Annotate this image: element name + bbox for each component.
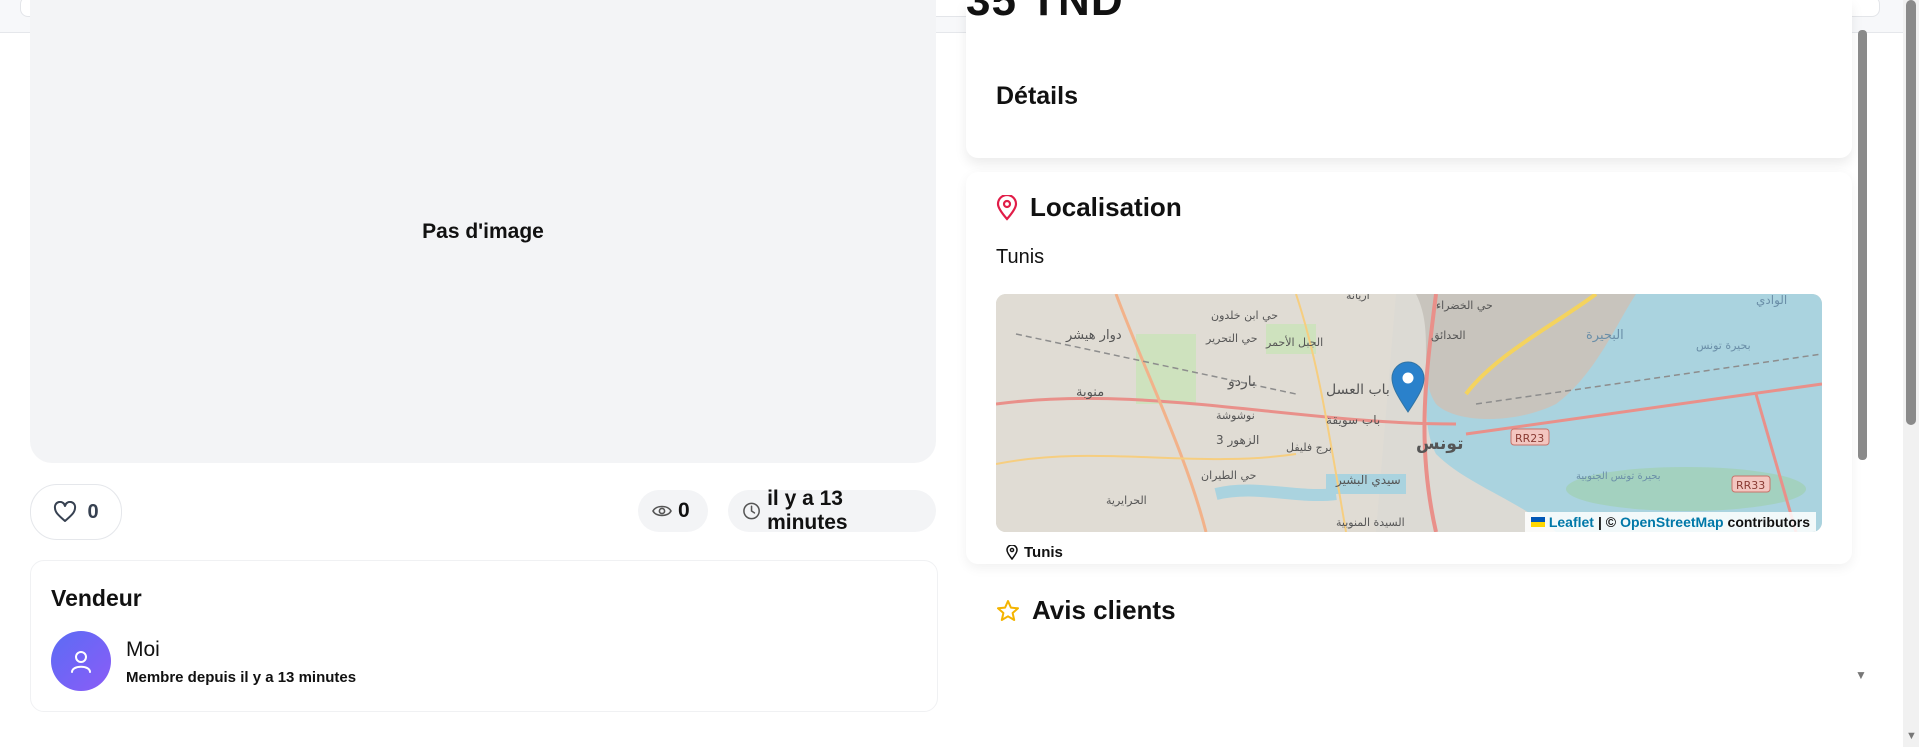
clock-icon [743,502,760,520]
location-title: Localisation [1030,192,1182,222]
attribution-contributors: contributors [1727,514,1810,530]
map-pin-small-icon [1006,545,1018,560]
map-label-rr23: RR23 [1515,432,1544,445]
map-label-lac-sud: بحيرة تونس الجنوبية [1576,471,1660,482]
openstreetmap-link[interactable]: OpenStreetMap [1620,514,1723,530]
map-label-bab-el-assel: باب العسل [1326,382,1390,398]
favorite-count: 0 [87,500,99,523]
map-label-saida: السيدة المنوبية [1336,516,1405,529]
map-tiles: RR23 RR33 تونس باب العسل باب سويقة باردو… [996,294,1822,532]
map-label-zahrouni: الزهور 3 [1216,433,1259,448]
seller-name[interactable]: Moi [126,638,160,662]
map-attribution: Leaflet | © OpenStreetMap contributors [1524,512,1816,532]
listing-price: 35 TND [966,0,1124,25]
map-label-douar-hicher: دوار هيشر [1065,328,1122,343]
seller-card: Vendeur Moi Membre depuis il y a 13 minu… [30,560,938,712]
map-label-borj: برج فليفل [1286,441,1332,454]
map-label-hrairia: الحرايرية [1106,494,1147,507]
panel-scroll-down-icon[interactable]: ▼ [1855,668,1867,682]
heart-icon [54,501,77,522]
star-icon [997,599,1019,621]
map-label-tunis: تونس [1416,434,1463,454]
map-label-sidi-bechir: سيدي البشير [1335,473,1401,488]
page-scrollbar[interactable]: ▼ [1903,0,1919,747]
map-label-ariana: أريانة [1346,294,1370,302]
map-label-nouchoucha: نوشوشة [1216,409,1255,422]
location-card: Localisation Tunis RR23 RR33 تونس باب ال… [966,172,1852,564]
posted-time-badge: il y a 13 minutes [728,487,936,534]
map-label-jebel-ahmar: الجبل الأحمر [1265,335,1323,349]
eye-icon [652,505,672,517]
posted-time: il y a 13 minutes [767,487,848,534]
views-count: 0 [678,499,690,522]
attribution-separator: | © [1597,514,1617,530]
map-label-tayaran: حي الطيران [1201,469,1256,482]
member-since: Membre depuis il y a 13 minutes [126,669,357,686]
leaflet-link[interactable]: Leaflet [1549,514,1594,530]
image-placeholder: Pas d'image [30,0,936,463]
panel-scrollbar-thumb[interactable] [1858,30,1867,460]
map-label-bab-souika: باب سويقة [1326,413,1380,428]
map-label-bouhaira: البحيرة [1586,328,1624,343]
map-label-manouba: منوبة [1076,385,1104,400]
location-heading: Localisation [996,192,1182,223]
location-city: Tunis [996,246,1045,268]
reviews-heading: Avis clients [996,595,1176,626]
page-scroll-down-icon[interactable]: ▼ [1906,730,1917,742]
map-label-bardo: باردو [1227,374,1256,390]
ukraine-flag-icon [1530,517,1545,527]
views-badge: 0 [638,490,708,532]
map-label-tahrir: حي التحرير [1205,332,1258,345]
map-label-ibn-khaldoun: حي ابن خلدون [1211,309,1278,322]
map-label-khadra: حي الخضراء [1436,299,1493,312]
no-image-label: Pas d'image [422,219,544,243]
map-label-lac-tunis: بحيرة تونس [1696,339,1751,352]
map-label-hadayek: الحدائق [1431,329,1466,343]
map-label-wadi: الوادي [1756,294,1787,308]
map-caption: Tunis [1006,544,1063,561]
location-map[interactable]: RR23 RR33 تونس باب العسل باب سويقة باردو… [996,294,1822,532]
map-pin-icon [996,194,1018,221]
seller-section-title: Vendeur [51,585,142,611]
map-label-rr33: RR33 [1736,479,1765,492]
favorite-button[interactable]: 0 [30,484,122,540]
reviews-title: Avis clients [1032,595,1176,625]
user-icon [71,651,91,673]
map-caption-text: Tunis [1024,544,1063,561]
page-scrollbar-thumb[interactable] [1906,0,1916,425]
details-title: Détails [996,82,1078,110]
avatar[interactable] [51,631,111,691]
